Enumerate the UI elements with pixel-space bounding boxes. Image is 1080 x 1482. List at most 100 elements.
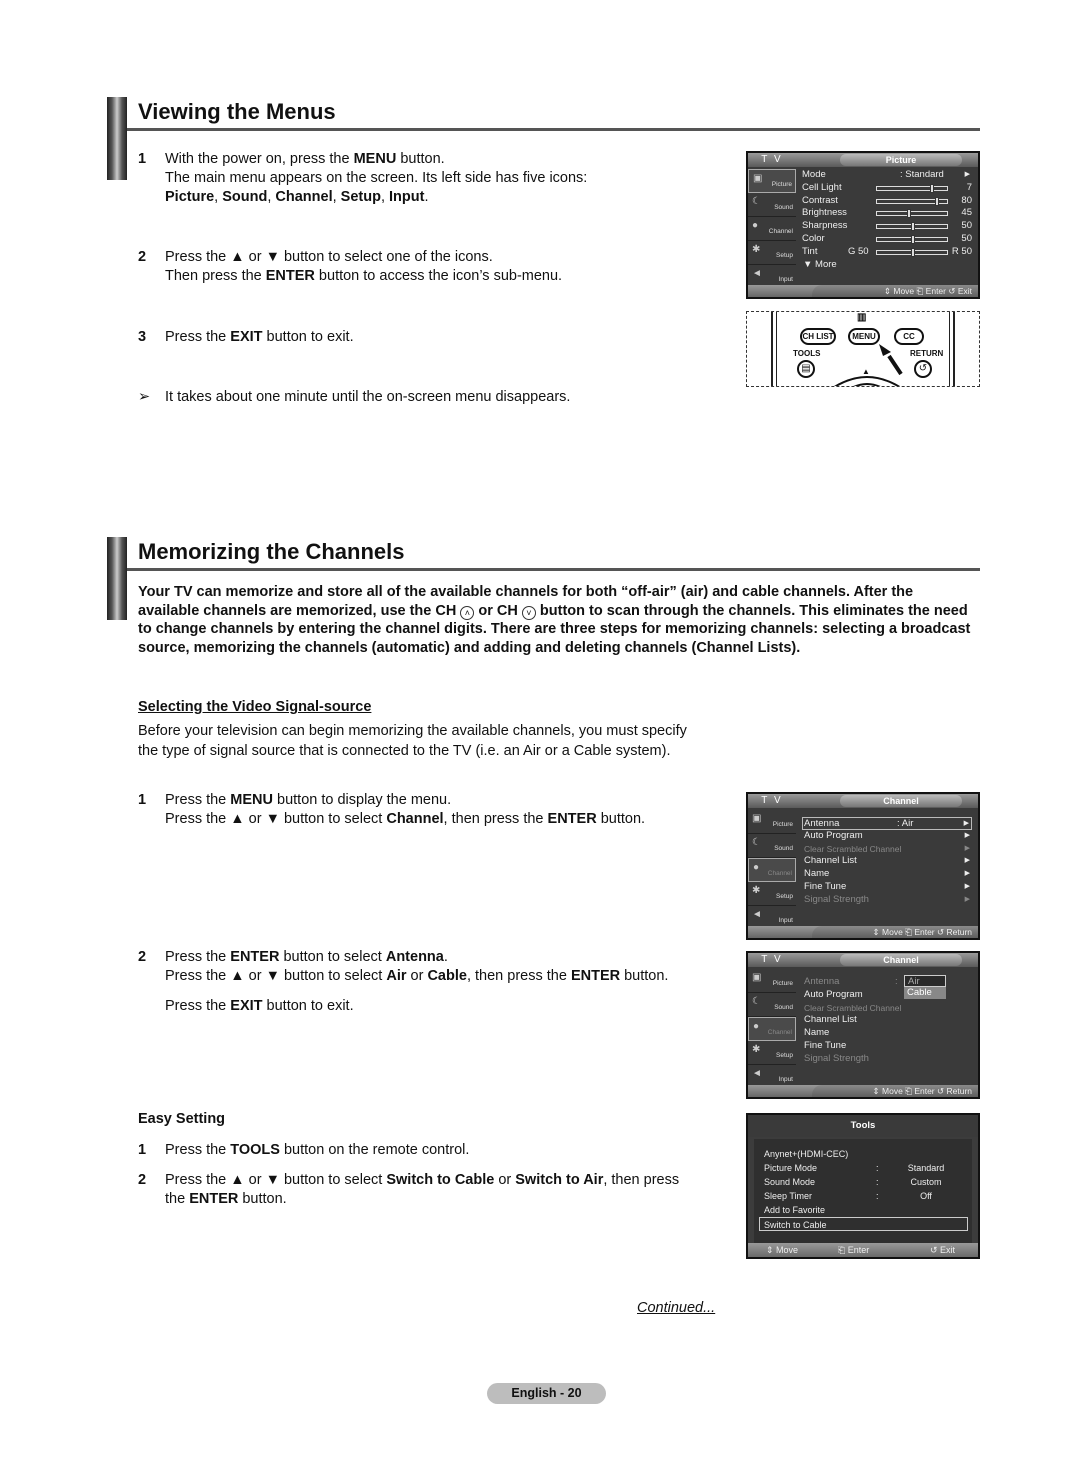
osd-row-name[interactable]: Name ▶: [802, 868, 972, 881]
osd-row-auto-program[interactable]: Auto Program ▶: [802, 830, 972, 843]
key-menu: MENU: [353, 151, 397, 167]
label: Picture: [772, 821, 793, 828]
osd-side-channel[interactable]: ● Channel: [748, 858, 796, 882]
arrow-right-icon: ▶: [964, 895, 970, 903]
remote-control-illustration: ▥ CH LIST MENU CC TOOLS RETURN ▤ ↺ ▲: [746, 311, 980, 387]
text: the: [165, 1191, 190, 1207]
osd-row-antenna[interactable]: Antenna:: [802, 976, 972, 989]
osd-row-auto-program[interactable]: Auto Program: [802, 989, 972, 1002]
slider-track[interactable]: [876, 234, 948, 244]
osd-row-fine-tune[interactable]: Fine Tune ▶: [802, 881, 972, 894]
step-1: 1 With the power on, press the MENU butt…: [138, 150, 587, 207]
sep: ,: [380, 189, 390, 205]
pointer-head: [879, 344, 891, 356]
text: Press the ENTER button to select Antenna…: [165, 948, 668, 967]
antenna-options-popup: Air Cable: [904, 975, 946, 999]
input-icon: ◄: [752, 1068, 762, 1079]
slider-track[interactable]: [876, 222, 948, 232]
slider-track[interactable]: [876, 247, 948, 257]
tools-row-add-favorite[interactable]: Add to Favorite: [764, 1203, 968, 1217]
setup-icon: ✱: [752, 244, 761, 255]
osd-row-slider[interactable]: Brightness 45: [802, 207, 972, 220]
slider-knob[interactable]: [930, 183, 935, 193]
step-number: 1: [138, 792, 147, 808]
label: Mode: [802, 169, 826, 180]
label: Sharpness: [802, 220, 848, 232]
tools-row-sound-mode[interactable]: Sound Mode: Custom: [764, 1175, 968, 1189]
label: Auto Program: [804, 829, 863, 841]
osd-sidebar: ▣ Picture ☾ Sound ● Channel ✱ Setup ◄ Input: [748, 969, 796, 1085]
tools-row-picture-mode[interactable]: Picture Mode: Standard: [764, 1161, 968, 1175]
tools-header: Tools: [748, 1115, 978, 1137]
remote-tools-button[interactable]: ▤: [797, 360, 815, 378]
osd-side-channel[interactable]: ● Channel: [748, 217, 796, 241]
remote-menu-button[interactable]: MENU: [848, 328, 880, 345]
label: Setup: [776, 252, 793, 259]
osd-row-name[interactable]: Name: [802, 1027, 972, 1040]
exit-hint: ↺ Exit: [930, 1245, 956, 1255]
colon: :: [876, 1191, 879, 1201]
osd-side-setup[interactable]: ✱ Setup: [748, 882, 796, 906]
picture-menu-osd: T V Picture ▣ Picture ☾ Sound ● Channel ✱ Se…: [746, 151, 980, 299]
option-cable[interactable]: Cable: [904, 987, 946, 999]
osd-row-clear-scrambled: Clear Scrambled Channel: [804, 1002, 902, 1013]
osd-row-mode[interactable]: Mode: Standard ▶: [802, 169, 972, 182]
remote-chlist-button[interactable]: CH LIST: [800, 328, 836, 345]
osd-row-channel-list[interactable]: Channel List ▶: [802, 855, 972, 868]
text: the ENTER button.: [165, 1190, 679, 1209]
osd-side-sound[interactable]: ☾ Sound: [748, 993, 796, 1017]
slider-knob[interactable]: [911, 234, 916, 244]
osd-side-picture[interactable]: ▣ Picture: [748, 969, 796, 993]
ch-up-icon: ˄: [460, 605, 475, 620]
arrow-right-icon: ▶: [964, 882, 970, 890]
option-air[interactable]: Air: [904, 975, 946, 987]
osd-side-setup[interactable]: ✱ Setup: [748, 1041, 796, 1065]
slider-track[interactable]: [876, 196, 948, 206]
osd-row-fine-tune[interactable]: Fine Tune: [802, 1040, 972, 1053]
tools-row-sleep-timer[interactable]: Sleep Timer: Off: [764, 1189, 968, 1203]
slider-knob[interactable]: [934, 196, 939, 206]
label: Antenna: [804, 976, 840, 987]
setup-icon: ✱: [752, 1044, 761, 1055]
section-title-memorizing-channels: Memorizing the Channels: [138, 539, 405, 564]
osd-row-slider[interactable]: Cell Light 7: [802, 182, 972, 195]
osd-row-more[interactable]: ▼ More: [802, 259, 972, 272]
osd-row-slider[interactable]: Color 50: [802, 233, 972, 246]
kw: ENTER: [547, 811, 597, 827]
osd-side-channel[interactable]: ● Channel: [748, 1017, 796, 1041]
slider-track[interactable]: [876, 183, 948, 193]
page-number-badge: English - 20: [487, 1383, 606, 1404]
kw: Air: [386, 968, 407, 984]
text: Press the: [165, 1142, 231, 1158]
osd-row-slider[interactable]: Contrast 80: [802, 195, 972, 208]
osd-side-sound[interactable]: ☾ Sound: [748, 834, 796, 858]
move-hint: ⇕ Move: [766, 1245, 799, 1255]
osd-row-antenna[interactable]: Antenna: Air ▶: [802, 817, 972, 830]
osd-side-picture[interactable]: ▣ Picture: [748, 810, 796, 834]
kw: ENTER: [570, 968, 621, 984]
dpad-up-icon[interactable]: ▲: [862, 367, 870, 376]
slider-knob[interactable]: [906, 209, 911, 219]
osd-side-picture[interactable]: ▣ Picture: [748, 169, 796, 193]
osd-row-channel-list[interactable]: Channel List: [802, 1014, 972, 1027]
slider-track[interactable]: [876, 209, 948, 219]
label: Picture: [771, 181, 792, 188]
osd-row-tint[interactable]: Tint G 50 R 50: [802, 246, 972, 259]
picture-icon: ▣: [752, 972, 762, 983]
text: Press the: [165, 792, 231, 808]
step-number: 2: [138, 249, 147, 265]
osd-side-sound[interactable]: ☾ Sound: [748, 193, 796, 217]
osd-tv-label: T V: [761, 795, 783, 806]
slider-knob[interactable]: [911, 222, 916, 232]
text: button.: [596, 811, 646, 827]
text: Press the: [165, 329, 231, 345]
osd-side-setup[interactable]: ✱ Setup: [748, 241, 796, 265]
kw: Switch to Air: [515, 1172, 604, 1188]
channel-icon: ●: [753, 862, 760, 873]
slider-knob[interactable]: [911, 247, 916, 257]
text: button to exit.: [262, 329, 354, 345]
tools-row-switch-to-cable[interactable]: Switch to Cable: [759, 1217, 968, 1231]
tools-row-anynet[interactable]: Anynet+(HDMI-CEC): [764, 1147, 968, 1161]
osd-row-slider[interactable]: Sharpness 50: [802, 220, 972, 233]
colon: :: [876, 1177, 879, 1187]
